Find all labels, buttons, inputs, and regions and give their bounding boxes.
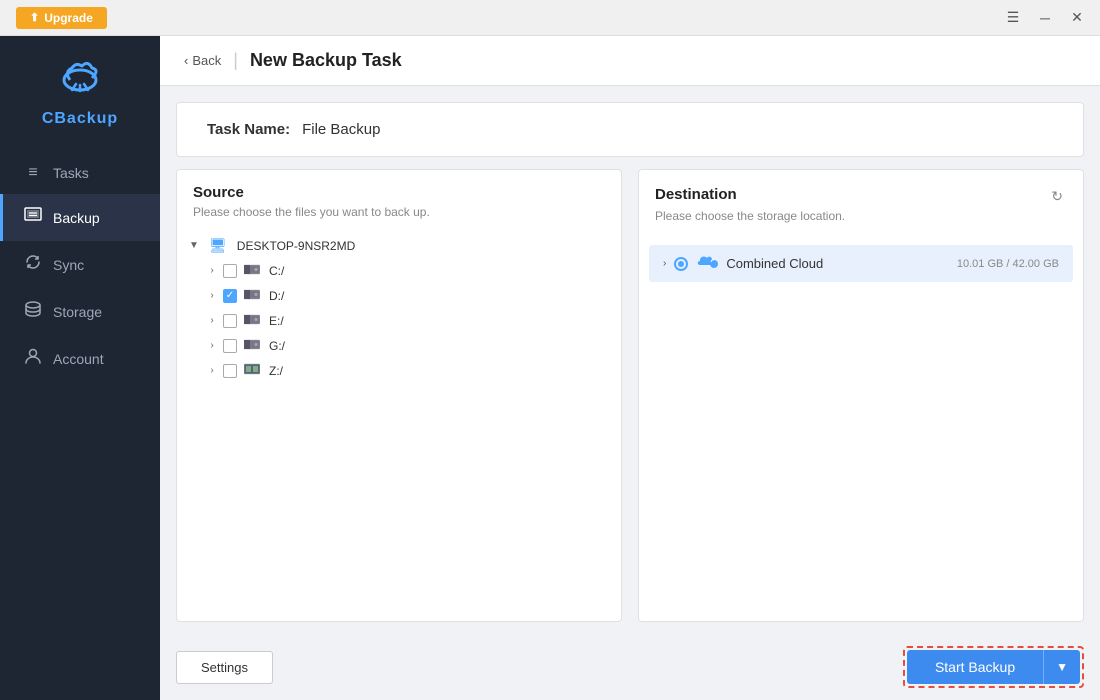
tree-label-z: Z:/: [269, 364, 283, 378]
tree-toggle-g[interactable]: ›: [205, 339, 219, 353]
dest-expand-icon[interactable]: ›: [663, 258, 666, 269]
source-panel-subtitle: Please choose the files you want to back…: [193, 205, 605, 219]
bottom-bar: Settings Start Backup ▼: [160, 634, 1100, 700]
panels-row: Source Please choose the files you want …: [176, 169, 1084, 622]
monitor-icon: 🖥: [209, 237, 227, 254]
tree-label-g: G:/: [269, 339, 285, 353]
account-icon: [23, 347, 43, 370]
tree-root[interactable]: ▼ 🖥 DESKTOP-9NSR2MD: [177, 233, 621, 258]
source-panel: Source Please choose the files you want …: [176, 169, 622, 622]
combined-cloud-label: Combined Cloud: [726, 256, 949, 271]
destination-panel-title: Destination: [655, 186, 737, 203]
tasks-label: Tasks: [53, 165, 89, 181]
menu-button[interactable]: ☰: [998, 5, 1028, 31]
upgrade-label: Upgrade: [44, 11, 93, 25]
sidebar-item-account[interactable]: Account: [0, 335, 160, 382]
tasks-icon: ≡: [23, 164, 43, 182]
drive-icon-d: [244, 287, 260, 304]
close-button[interactable]: ✕: [1062, 5, 1092, 31]
drive-icon-g: [244, 337, 260, 354]
tree-label-e: E:/: [269, 314, 284, 328]
sidebar-item-storage[interactable]: Storage: [0, 288, 160, 335]
tree-label-c: C:/: [269, 264, 284, 278]
tree-checkbox-d[interactable]: [223, 289, 237, 303]
dest-radio-combined[interactable]: [674, 257, 688, 271]
sync-icon: [23, 253, 43, 276]
back-button[interactable]: ‹ Back: [184, 53, 221, 68]
backup-icon: [23, 206, 43, 229]
tree-checkbox-e[interactable]: [223, 314, 237, 328]
sync-label: Sync: [53, 257, 84, 273]
sidebar-item-backup[interactable]: Backup: [0, 194, 160, 241]
combined-cloud-icon: [696, 253, 718, 274]
tree-toggle-d[interactable]: ›: [205, 289, 219, 303]
logo-area: CBackup: [42, 52, 118, 128]
tree-checkbox-c[interactable]: [223, 264, 237, 278]
tree-item-d[interactable]: › D:/: [197, 283, 621, 308]
nav-items: ≡ Tasks Backup: [0, 152, 160, 382]
tree-item-c[interactable]: › C:/: [197, 258, 621, 283]
combined-cloud-item[interactable]: › Combined Cloud 10.01 GB / 42.00 GB: [649, 245, 1073, 282]
destination-panel-header: Destination ↻ Please choose the storage …: [639, 170, 1083, 229]
tree-root-label: DESKTOP-9NSR2MD: [237, 239, 355, 253]
back-label: Back: [192, 53, 221, 68]
start-backup-button[interactable]: Start Backup: [907, 650, 1043, 684]
account-label: Account: [53, 351, 104, 367]
logo-backup: Backup: [54, 110, 118, 127]
taskname-label: Task Name:: [207, 121, 290, 138]
tree-item-e[interactable]: › E:/: [197, 308, 621, 333]
sidebar-item-tasks[interactable]: ≡ Tasks: [0, 152, 160, 194]
sidebar: CBackup ≡ Tasks Backup: [0, 36, 160, 700]
tree-checkbox-g[interactable]: [223, 339, 237, 353]
drive-icon-z: [244, 362, 260, 379]
upgrade-button[interactable]: Upgrade: [16, 7, 107, 29]
tree-checkbox-z[interactable]: [223, 364, 237, 378]
content-area: ‹ Back | New Backup Task Task Name: File…: [160, 36, 1100, 700]
destination-panel: Destination ↻ Please choose the storage …: [638, 169, 1084, 622]
sidebar-item-sync[interactable]: Sync: [0, 241, 160, 288]
back-arrow-icon: ‹: [184, 53, 188, 68]
tree-item-z[interactable]: › Z:/: [197, 358, 621, 383]
topbar-divider: |: [233, 50, 238, 71]
destination-panel-body: › Combined Cloud 10.01 GB / 42.00 GB: [639, 229, 1083, 621]
destination-panel-subtitle: Please choose the storage location.: [655, 209, 1067, 223]
tree-toggle-e[interactable]: ›: [205, 314, 219, 328]
logo-icon: [54, 52, 106, 104]
backup-label: Backup: [53, 210, 100, 226]
storage-icon: [23, 300, 43, 323]
titlebar: Upgrade ☰ ─ ✕: [0, 0, 1100, 36]
dest-header-row: Destination ↻: [655, 184, 1067, 209]
source-panel-body: ▼ 🖥 DESKTOP-9NSR2MD › C:/: [177, 225, 621, 621]
app-layout: CBackup ≡ Tasks Backup: [0, 36, 1100, 700]
storage-label: Storage: [53, 304, 102, 320]
logo-text: CBackup: [42, 110, 118, 128]
start-backup-dropdown-button[interactable]: ▼: [1043, 650, 1080, 684]
page-title: New Backup Task: [250, 50, 402, 71]
topbar: ‹ Back | New Backup Task: [160, 36, 1100, 86]
drive-icon-c: [244, 262, 260, 279]
tree-toggle-c[interactable]: ›: [205, 264, 219, 278]
logo-c: C: [42, 110, 55, 127]
taskname-bar: Task Name: File Backup: [176, 102, 1084, 157]
minimize-button[interactable]: ─: [1030, 5, 1060, 31]
source-panel-header: Source Please choose the files you want …: [177, 170, 621, 225]
taskname-value: File Backup: [302, 121, 380, 138]
tree-children: › C:/ ›: [177, 258, 621, 383]
start-backup-group: Start Backup ▼: [903, 646, 1084, 688]
tree-label-d: D:/: [269, 289, 284, 303]
tree-toggle-root[interactable]: ▼: [187, 239, 201, 253]
combined-cloud-size: 10.01 GB / 42.00 GB: [957, 258, 1059, 270]
drive-icon-e: [244, 312, 260, 329]
tree-item-g[interactable]: › G:/: [197, 333, 621, 358]
refresh-icon[interactable]: ↻: [1047, 184, 1067, 209]
tree-toggle-z[interactable]: ›: [205, 364, 219, 378]
settings-button[interactable]: Settings: [176, 651, 273, 684]
source-panel-title: Source: [193, 184, 605, 201]
